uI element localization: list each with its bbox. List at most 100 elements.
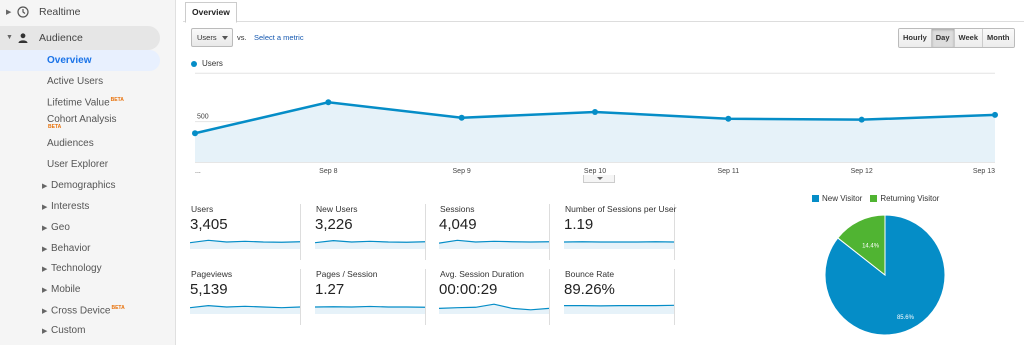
metric-label: Number of Sessions per User [565,204,677,214]
sidebar: ▶ Realtime ▼ Audience Overview Active Us… [0,0,176,345]
metric-value: 3,226 [315,216,353,233]
expand-triangle-icon: ▶ [42,204,48,211]
metric-label: Pages / Session [316,269,378,279]
data-point[interactable] [858,116,865,123]
chart-legend: Users [191,59,223,68]
metric-card[interactable]: Bounce Rate 89.26% [557,269,675,325]
period-hourly-button[interactable]: Hourly [899,29,932,47]
sidebar-item-technology[interactable]: ▶ Technology [0,258,176,279]
sidebar-item-label: Interests [51,201,90,212]
sidebar-item-label: Custom [51,325,86,336]
metric-card[interactable]: Pages / Session 1.27 [308,269,426,325]
pie-slice-label: 14.4% [862,243,880,249]
sidebar-item-label: User Explorer [47,159,109,170]
metric-value: 4,049 [439,216,477,233]
beta-badge: BETA [110,96,124,103]
sidebar-item-mobile[interactable]: ▶ Mobile [0,279,176,300]
metric-label: Bounce Rate [565,269,615,279]
sidebar-item-label: Cross DeviceBETA [51,304,125,317]
sidebar-item-behavior[interactable]: ▶ Behavior [0,238,176,259]
sidebar-item-custom[interactable]: ▶ Custom [0,320,176,341]
tab-bar: Overview [183,0,1024,23]
legend-swatch [870,195,878,202]
sidebar-item-interests[interactable]: ▶ Interests [0,196,176,217]
sparkline [315,239,425,249]
metric-value: 5,139 [190,281,228,298]
legend-swatch [191,60,197,67]
metric-card[interactable]: Avg. Session Duration 00:00:29 [432,269,550,325]
sparkline [564,304,674,314]
expand-triangle-icon: ▶ [42,225,48,232]
metric-card[interactable]: Users 3,405 [183,204,301,260]
sidebar-item-label: Geo [51,222,70,233]
sidebar-item-label: Realtime [39,6,81,18]
metric-value: 3,405 [190,216,228,233]
collapse-triangle-icon: ▼ [6,34,13,41]
sidebar-item-cohort-analysis[interactable]: Cohort Analysis BETA [0,112,176,134]
pie-slice-label: 85.6% [897,315,915,321]
metric-select[interactable]: Users [191,28,233,47]
chevron-down-icon [222,36,228,40]
sidebar-item-cross-device[interactable]: ▶ Cross DeviceBETA [0,300,176,321]
data-point[interactable] [325,99,332,106]
sidebar-item-audiences[interactable]: Audiences [0,133,176,154]
metric-card[interactable]: New Users 3,226 [308,204,426,260]
sidebar-item-lifetime-value[interactable]: Lifetime ValueBETA [0,92,176,113]
sidebar-item-realtime[interactable]: ▶ Realtime [0,0,176,24]
sidebar-item-overview[interactable]: Overview [0,50,160,71]
metric-label: New Users [316,204,358,214]
period-week-button[interactable]: Week [954,29,983,47]
metric-label: Users [191,204,214,214]
chart-expand-handle[interactable] [583,175,615,183]
sidebar-item-active-users[interactable]: Active Users [0,71,176,92]
sparkline [315,305,425,314]
metric-card[interactable]: Pageviews 5,139 [183,269,301,325]
sidebar-item-label: Mobile [51,284,81,295]
sidebar-item-label: Active Users [47,76,104,87]
metric-label: Avg. Session Duration [440,269,524,279]
data-point[interactable] [592,108,598,115]
expand-triangle-icon: ▶ [42,308,48,315]
expand-triangle-icon: ▶ [42,266,48,273]
sparkline [564,241,674,249]
pie-legend: New Visitor Returning Visitor [812,194,939,203]
legend-swatch [812,195,819,202]
period-month-button[interactable]: Month [983,29,1014,47]
sidebar-item-geo[interactable]: ▶ Geo [0,217,176,238]
pie-legend-new-visitor: New Visitor [812,194,862,203]
metric-value: 00:00:29 [439,281,498,298]
expand-triangle-icon: ▶ [42,328,48,335]
select-metric-link[interactable]: Select a metric [254,33,304,42]
sidebar-item-demographics[interactable]: ▶ Demographics [0,175,176,196]
sidebar-item-label: Audience [39,32,83,44]
expand-triangle-icon: ▶ [42,246,48,253]
sidebar-item-label: Demographics [51,180,116,191]
data-point[interactable] [192,130,198,137]
analytics-root: ▶ Realtime ▼ Audience Overview Active Us… [0,0,1024,345]
expand-triangle-icon: ▶ [42,287,48,294]
metric-card[interactable]: Sessions 4,049 [432,204,550,260]
x-tick-label: Sep 9 [453,168,471,175]
x-tick-label: Sep 13 [973,168,995,175]
period-day-button[interactable]: Day [931,29,955,47]
sidebar-item-label: Audiences [47,138,94,149]
person-icon [18,33,28,43]
visitor-pie-chart: 85.6% 14.4% [824,214,946,336]
sidebar-item-audience[interactable]: ▼ Audience [0,26,160,50]
data-point[interactable] [725,115,732,122]
data-point[interactable] [458,114,465,121]
tab-overview[interactable]: Overview [185,2,237,23]
sidebar-item-label: Technology [51,263,102,274]
sidebar-item-label: Overview [47,55,92,66]
sidebar-item-user-explorer[interactable]: User Explorer [0,154,176,175]
x-tick-label: Sep 11 [717,168,739,175]
users-line-chart: 5001,000...Sep 8Sep 9Sep 10Sep 11Sep 12S… [192,72,998,175]
data-point[interactable] [992,111,998,118]
sparkline [439,303,549,314]
metric-label: Sessions [440,204,475,214]
metric-value: 89.26% [564,281,615,298]
x-tick-label: ... [195,168,201,175]
metric-label: Pageviews [191,269,233,279]
metric-card[interactable]: Number of Sessions per User 1.19 [557,204,677,260]
legend-label: Users [202,59,223,68]
